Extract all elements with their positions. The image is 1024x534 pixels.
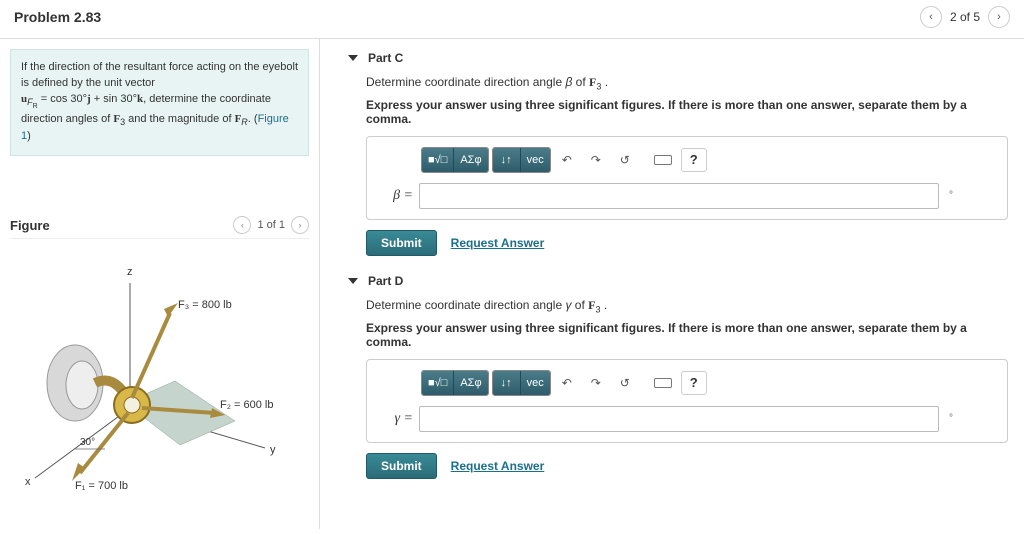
part-c-submit-button[interactable]: Submit (366, 230, 437, 256)
reset-button[interactable]: ↺ (612, 148, 638, 172)
vec-button[interactable]: vec (521, 371, 550, 395)
svg-text:F₁ = 700 lb: F₁ = 700 lb (75, 480, 128, 492)
subsup-button[interactable]: ↓↑ (493, 148, 521, 172)
unit-label: ° (945, 190, 953, 201)
part-c-description: Determine coordinate direction angle β o… (366, 73, 1008, 94)
svg-text:z: z (127, 266, 133, 278)
undo-button[interactable]: ↶ (554, 371, 580, 395)
part-d-answer-input[interactable] (419, 406, 939, 432)
greek-button[interactable]: ΑΣφ (454, 371, 487, 395)
help-button[interactable]: ? (681, 148, 707, 172)
part-d-description: Determine coordinate direction angle γ o… (366, 296, 1008, 317)
keyboard-icon (654, 155, 672, 165)
problem-statement: If the direction of the resultant force … (10, 49, 309, 156)
template-button[interactable]: ■√□ (422, 148, 454, 172)
unit-label: ° (945, 413, 953, 424)
variable-label: γ = (377, 411, 413, 427)
keyboard-icon (654, 378, 672, 388)
next-problem-button[interactable]: › (988, 6, 1010, 28)
problem-counter: 2 of 5 (950, 10, 980, 24)
part-c-answer-panel: ■√□ ΑΣφ ↓↑ vec ↶ ↷ ↺ ? β = (366, 136, 1008, 220)
keyboard-button[interactable] (648, 371, 678, 395)
variable-label: β = (377, 188, 413, 204)
figure-counter: 1 of 1 (257, 219, 285, 231)
figure-image: z y x F₃ = 800 lb F₂ = 600 lb F₁ = (10, 239, 309, 510)
subsup-button[interactable]: ↓↑ (493, 371, 521, 395)
svg-text:y: y (270, 444, 276, 456)
reset-button[interactable]: ↺ (612, 371, 638, 395)
problem-title: Problem 2.83 (14, 9, 101, 25)
redo-button[interactable]: ↷ (583, 371, 609, 395)
part-c-instructions: Express your answer using three signific… (366, 98, 1008, 126)
svg-text:x: x (25, 476, 31, 488)
vec-button[interactable]: vec (521, 148, 550, 172)
keyboard-button[interactable] (648, 148, 678, 172)
collapse-icon[interactable] (348, 55, 358, 61)
part-d-request-answer-link[interactable]: Request Answer (451, 459, 545, 473)
undo-button[interactable]: ↶ (554, 148, 580, 172)
help-button[interactable]: ? (681, 371, 707, 395)
redo-button[interactable]: ↷ (583, 148, 609, 172)
part-c-request-answer-link[interactable]: Request Answer (451, 236, 545, 250)
svg-text:F₃ = 800 lb: F₃ = 800 lb (178, 299, 232, 311)
prev-problem-button[interactable]: ‹ (920, 6, 942, 28)
svg-text:F₂ = 600 lb: F₂ = 600 lb (220, 399, 274, 411)
figure-prev-button[interactable]: ‹ (233, 216, 251, 234)
part-d-title: Part D (368, 274, 403, 288)
template-button[interactable]: ■√□ (422, 371, 454, 395)
part-d-submit-button[interactable]: Submit (366, 453, 437, 479)
greek-button[interactable]: ΑΣφ (454, 148, 487, 172)
part-c-answer-input[interactable] (419, 183, 939, 209)
figure-label: Figure (10, 218, 50, 233)
part-d-instructions: Express your answer using three signific… (366, 321, 1008, 349)
collapse-icon[interactable] (348, 278, 358, 284)
part-c-title: Part C (368, 51, 403, 65)
svg-text:30°: 30° (80, 437, 95, 448)
part-d-answer-panel: ■√□ ΑΣφ ↓↑ vec ↶ ↷ ↺ ? γ = (366, 359, 1008, 443)
figure-next-button[interactable]: › (291, 216, 309, 234)
